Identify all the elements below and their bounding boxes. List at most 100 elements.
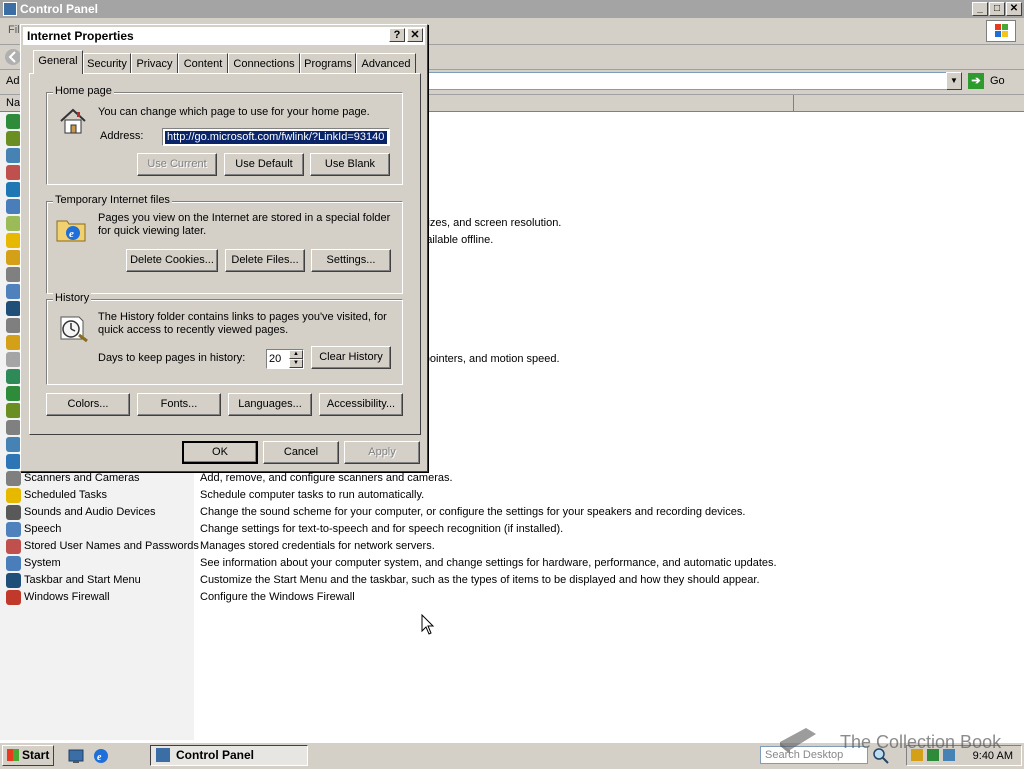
quick-launch-ie-icon[interactable]: e	[93, 748, 109, 764]
list-item[interactable]: Speech Change settings for text-to-speech…	[0, 521, 1024, 538]
tab-programs[interactable]: Programs	[300, 53, 356, 73]
list-item[interactable]: Stored User Names and Passwords Manages s…	[0, 538, 1024, 555]
control-panel-item-icon	[6, 148, 21, 163]
list-item[interactable]: Scanners and Cameras Add, remove, and con…	[0, 470, 1024, 487]
go-button[interactable]: ➔ Go	[968, 72, 1018, 90]
item-description: Change settings for text-to-speech and f…	[200, 523, 564, 535]
clear-history-button[interactable]: Clear History	[311, 346, 391, 369]
control-panel-item-icon	[6, 437, 21, 452]
item-name[interactable]: Taskbar and Start Menu	[24, 572, 141, 589]
list-item[interactable]: System See information about your compute…	[0, 555, 1024, 572]
start-button[interactable]: Start	[2, 745, 54, 766]
item-name[interactable]: Stored User Names and Passwords	[24, 538, 199, 555]
dialog-close-button[interactable]: ✕	[407, 28, 423, 42]
control-panel-item-icon	[6, 471, 21, 486]
colors-button[interactable]: Colors...	[46, 393, 130, 416]
svg-text:e: e	[69, 228, 74, 240]
book-logo-icon	[780, 728, 816, 754]
control-panel-item-icon	[6, 556, 21, 571]
tab-advanced[interactable]: Advanced	[356, 53, 416, 73]
control-panel-item-icon	[6, 369, 21, 384]
main-window-title: Control Panel	[20, 2, 99, 16]
control-panel-item-icon	[6, 488, 21, 503]
item-description: Add, remove, and configure scanners and …	[200, 472, 453, 484]
go-label: Go	[990, 75, 1005, 87]
mouse-cursor-icon	[421, 614, 435, 635]
history-clock-icon	[60, 316, 88, 343]
item-name[interactable]: Sounds and Audio Devices	[24, 504, 155, 521]
cancel-button[interactable]: Cancel	[263, 441, 339, 464]
close-button[interactable]: ✕	[1006, 2, 1022, 16]
spin-buttons[interactable]: ▲ ▼	[289, 350, 303, 368]
control-panel-item-icon	[6, 284, 21, 299]
home-page-address-input[interactable]: http://go.microsoft.com/fwlink/?LinkId=9…	[162, 128, 390, 146]
item-description: Schedule computer tasks to run automatic…	[200, 489, 425, 501]
item-name[interactable]: Windows Firewall	[24, 589, 110, 606]
use-current-button[interactable]: Use Current	[137, 153, 217, 176]
fonts-button[interactable]: Fonts...	[137, 393, 221, 416]
control-panel-item-icon	[6, 590, 21, 605]
languages-button[interactable]: Languages...	[228, 393, 312, 416]
control-panel-item-icon	[6, 522, 21, 537]
minimize-button[interactable]: _	[972, 2, 988, 16]
address-input[interactable]	[420, 72, 948, 90]
maximize-button[interactable]: □	[989, 2, 1005, 16]
apply-button[interactable]: Apply	[344, 441, 420, 464]
tab-privacy[interactable]: Privacy	[131, 53, 178, 73]
control-panel-item-icon	[6, 216, 21, 231]
control-panel-item-icon	[6, 267, 21, 282]
control-panel-item-icon	[6, 420, 21, 435]
spin-up-icon[interactable]: ▲	[289, 350, 303, 359]
control-panel-item-icon	[6, 199, 21, 214]
item-name[interactable]: Speech	[24, 521, 61, 538]
item-name[interactable]: Scheduled Tasks	[24, 487, 107, 504]
tab-connections[interactable]: Connections	[228, 53, 300, 73]
help-button[interactable]: ?	[389, 28, 405, 42]
item-name[interactable]: System	[24, 555, 61, 572]
tab-security[interactable]: Security	[83, 53, 131, 73]
accessibility-button[interactable]: Accessibility...	[319, 393, 403, 416]
main-title-bar[interactable]: Control Panel _ □ ✕	[0, 0, 1024, 18]
list-item[interactable]: Sounds and Audio Devices Change the sound…	[0, 504, 1024, 521]
dialog-title-bar[interactable]: Internet Properties ? ✕	[23, 27, 425, 45]
control-panel-item-icon	[6, 301, 21, 316]
spin-down-icon[interactable]: ▼	[289, 359, 303, 368]
item-description: See information about your computer syst…	[200, 557, 777, 569]
item-name[interactable]: Scanners and Cameras	[24, 470, 140, 487]
use-blank-button[interactable]: Use Blank	[310, 153, 390, 176]
control-panel-item-icon	[6, 233, 21, 248]
quick-launch-desktop-icon[interactable]	[68, 748, 84, 764]
days-to-keep-stepper[interactable]: 20 ▲ ▼	[266, 349, 304, 369]
control-panel-item-icon	[6, 335, 21, 350]
control-panel-item-icon	[6, 386, 21, 401]
control-panel-item-icon	[6, 131, 21, 146]
chevron-down-icon[interactable]: ▼	[946, 72, 962, 90]
go-arrow-icon: ➔	[968, 73, 984, 90]
control-panel-item-icon	[6, 539, 21, 554]
item-description: Manages stored credentials for network s…	[200, 540, 435, 552]
control-panel-item-icon	[6, 403, 21, 418]
ok-button[interactable]: OK	[182, 441, 258, 464]
control-panel-item-icon	[6, 165, 21, 180]
delete-cookies-button[interactable]: Delete Cookies...	[126, 249, 218, 272]
control-panel-item-icon	[6, 454, 21, 469]
temp-files-description-1: Pages you view on the Internet are store…	[98, 212, 391, 224]
settings-button[interactable]: Settings...	[311, 249, 391, 272]
internet-properties-dialog: Internet Properties ? ✕ General Security…	[20, 24, 428, 472]
history-description-1: The History folder contains links to pag…	[98, 311, 387, 323]
taskbar-control-panel-button[interactable]: Control Panel	[150, 745, 308, 766]
home-icon	[60, 108, 86, 134]
delete-files-button[interactable]: Delete Files...	[225, 249, 305, 272]
list-item[interactable]: Scheduled Tasks Schedule computer tasks t…	[0, 487, 1024, 504]
watermark-text: The Collection Book	[840, 732, 1002, 752]
control-panel-item-icon	[6, 505, 21, 520]
history-group-label: History	[53, 292, 92, 304]
list-item[interactable]: Taskbar and Start Menu Customize the Star…	[0, 572, 1024, 589]
tab-general[interactable]: General	[33, 50, 83, 74]
control-panel-item-icon	[6, 114, 21, 129]
tab-content[interactable]: Content	[178, 53, 228, 73]
list-item[interactable]: Windows Firewall Configure the Windows Fi…	[0, 589, 1024, 606]
control-panel-item-icon	[6, 250, 21, 265]
home-page-description: You can change which page to use for you…	[98, 106, 370, 118]
use-default-button[interactable]: Use Default	[224, 153, 304, 176]
